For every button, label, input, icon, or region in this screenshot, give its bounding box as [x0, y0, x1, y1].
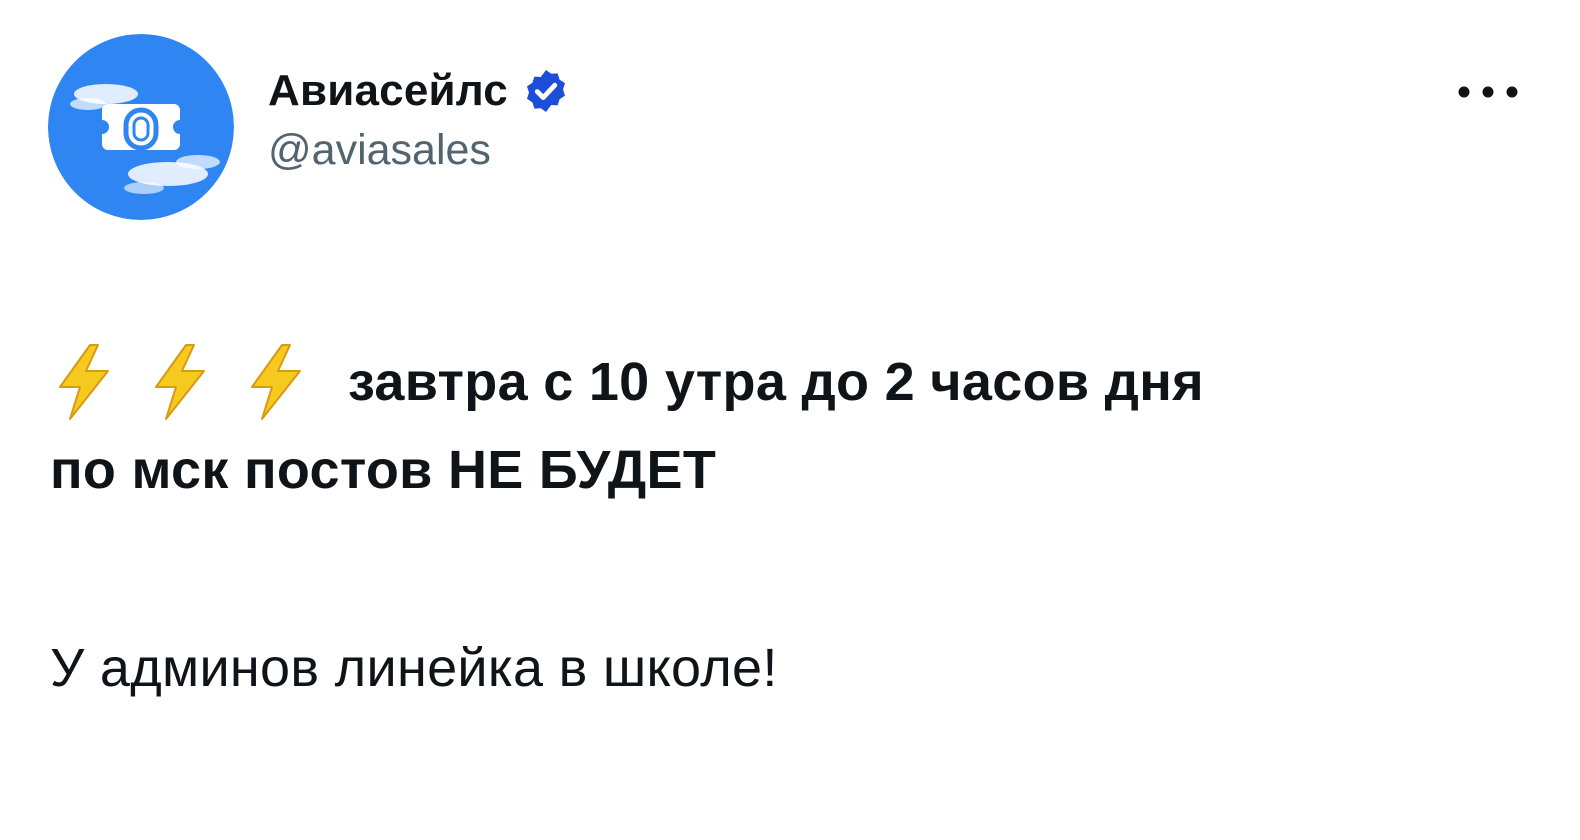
high-voltage-icon	[50, 343, 116, 421]
tweet-text-line-3: У админов линейка в школе!	[50, 638, 778, 698]
verified-badge-icon[interactable]	[522, 67, 570, 115]
avatar[interactable]	[48, 34, 234, 220]
aviasales-logo-icon	[48, 34, 234, 220]
tweet-text-line-1-row: завтра с 10 утра до 2 часов дня	[50, 338, 1510, 426]
author-info: Авиасейлс @aviasales	[268, 62, 570, 178]
display-name[interactable]: Авиасейлс	[268, 62, 508, 120]
name-row: Авиасейлс	[268, 62, 570, 120]
high-voltage-icon	[242, 343, 308, 421]
tweet-text: завтра с 10 утра до 2 часов дня по мск п…	[50, 338, 1510, 704]
more-options-button[interactable]	[1452, 72, 1524, 112]
more-options-icon	[1458, 86, 1518, 98]
tweet-text-line-2: по мск постов НЕ БУДЕТ	[50, 440, 717, 500]
handle[interactable]: @aviasales	[268, 122, 570, 178]
tweet-text-line-1: завтра с 10 утра до 2 часов дня	[348, 352, 1204, 412]
high-voltage-icon	[146, 343, 212, 421]
tweet-card: Авиасейлс @aviasales завтра с 10 утра до…	[0, 0, 1580, 840]
